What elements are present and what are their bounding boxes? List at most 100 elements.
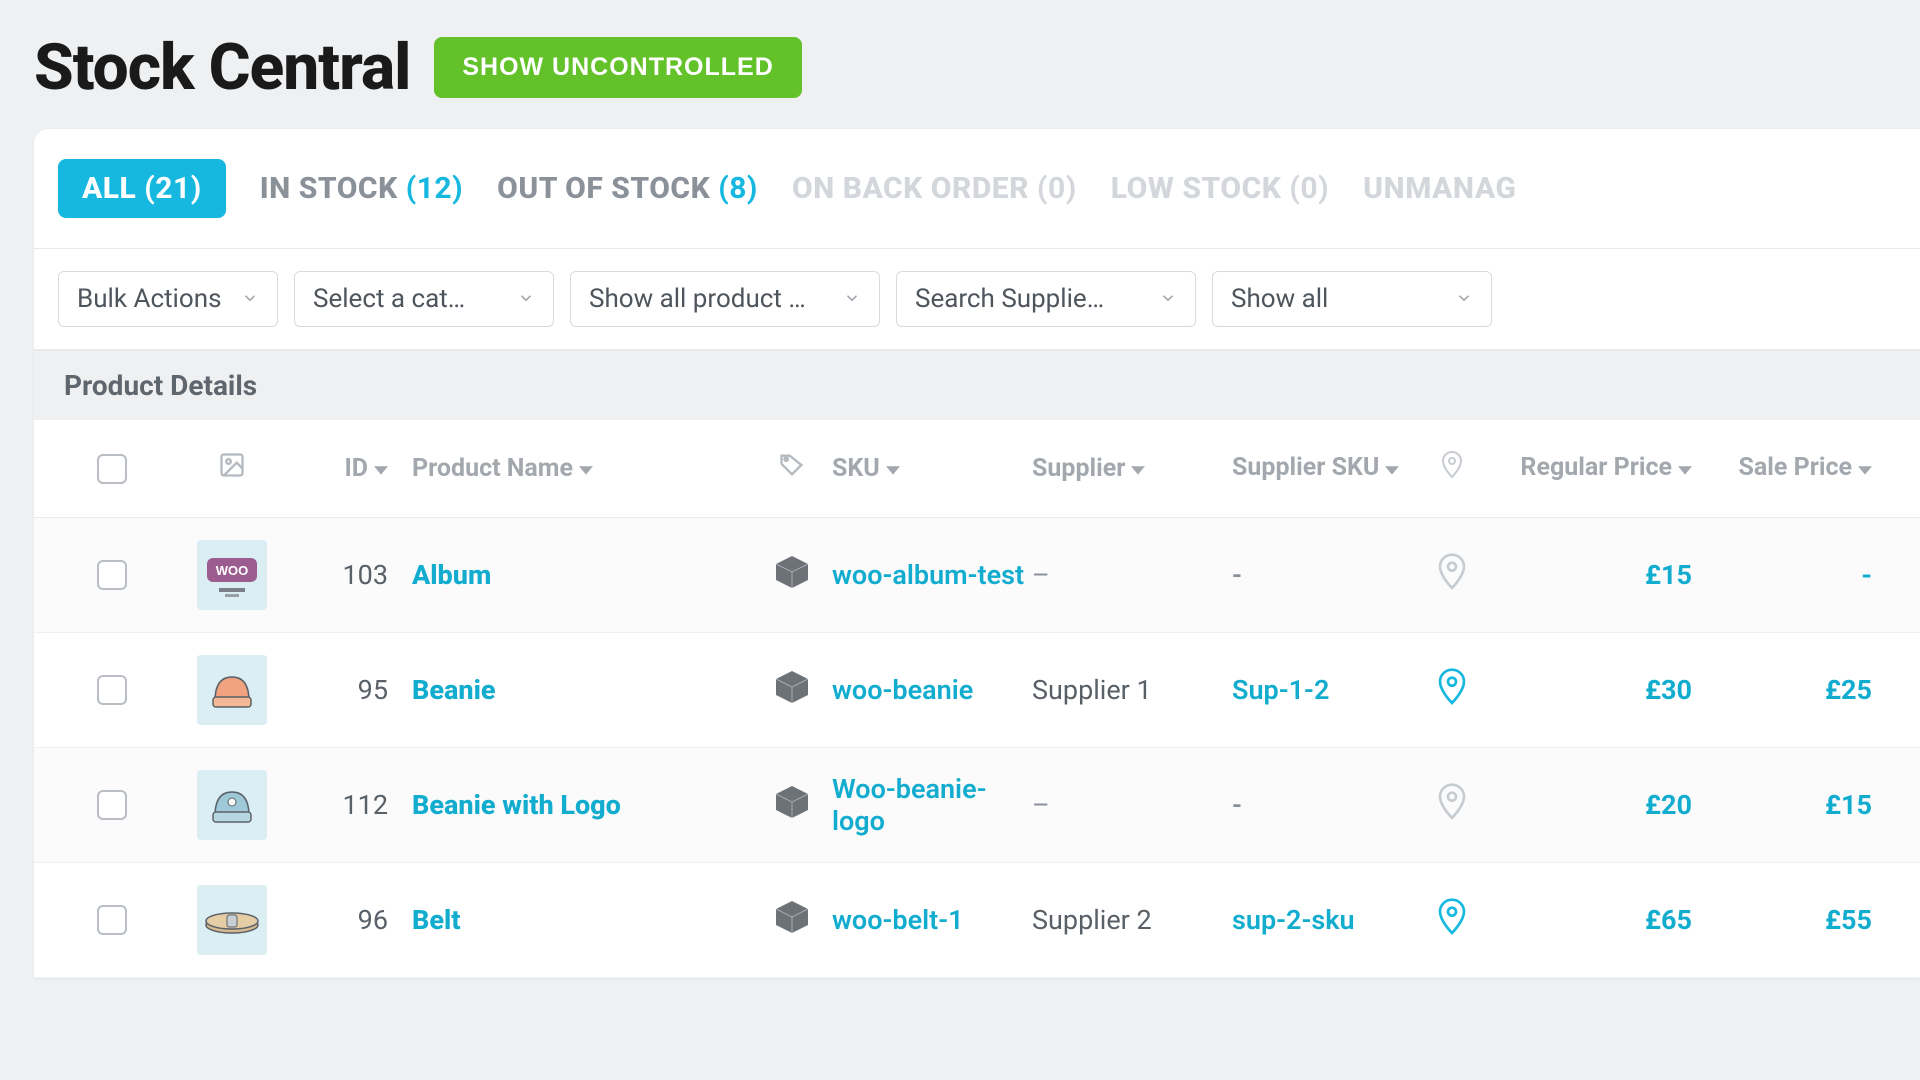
supplier-sku-link[interactable]: sup-2-sku: [1232, 904, 1412, 936]
col-label: ID: [344, 454, 368, 483]
product-thumbnail[interactable]: [197, 655, 267, 725]
product-thumbnail[interactable]: [197, 770, 267, 840]
sort-caret-icon: [374, 454, 388, 483]
supplier-name: –: [1032, 789, 1232, 821]
supplier-name: Supplier 2: [1032, 904, 1232, 936]
tab-on-back-order[interactable]: ON BACK ORDER (0): [792, 171, 1077, 206]
product-type-select[interactable]: Show all product …: [570, 271, 880, 327]
tab-label: UNMANAG: [1363, 171, 1516, 206]
product-id: 112: [292, 789, 412, 821]
product-type-icon: [772, 897, 812, 944]
location-pin-icon[interactable]: [1435, 897, 1469, 944]
product-thumbnail[interactable]: WOO: [197, 540, 267, 610]
product-name-link[interactable]: Beanie with Logo: [412, 789, 752, 821]
chevron-down-icon: [1455, 284, 1473, 314]
regular-price[interactable]: £65: [1492, 904, 1692, 936]
supplier-name: –: [1032, 559, 1232, 591]
product-name-link[interactable]: Beanie: [412, 674, 752, 706]
product-name-link[interactable]: Belt: [412, 904, 752, 936]
tab-in-stock[interactable]: IN STOCK (12): [260, 171, 463, 206]
chevron-down-icon: [1159, 284, 1177, 314]
sort-caret-icon: [579, 454, 593, 483]
product-sku-link[interactable]: Woo-beanie-logo: [832, 773, 1032, 837]
regular-price[interactable]: £30: [1492, 674, 1692, 706]
category-select[interactable]: Select a cat…: [294, 271, 554, 327]
product-thumbnail[interactable]: [197, 885, 267, 955]
table-row: 96Belt woo-belt-1Supplier 2sup-2-sku £65£5…: [34, 863, 1920, 978]
chevron-down-icon: [843, 284, 861, 314]
col-supplier[interactable]: Supplier: [1032, 454, 1232, 483]
col-sale-price[interactable]: Sale Price: [1692, 454, 1872, 483]
tab-count: (12): [406, 171, 463, 206]
product-name-link[interactable]: Album: [412, 559, 752, 591]
supplier-sku-link[interactable]: -: [1232, 559, 1412, 591]
tab-label: ON BACK ORDER: [792, 171, 1029, 206]
main-card: ALL (21) IN STOCK (12) OUT OF STOCK (8) …: [34, 129, 1920, 978]
sort-caret-icon: [1858, 454, 1872, 483]
supplier-sku-link[interactable]: Sup-1-2: [1232, 674, 1412, 706]
tab-out-of-stock[interactable]: OUT OF STOCK (8): [497, 171, 758, 206]
col-label: Supplier: [1032, 454, 1125, 483]
sort-caret-icon: [886, 454, 900, 483]
sale-price[interactable]: £55: [1692, 904, 1872, 936]
select-label: Bulk Actions: [77, 284, 222, 314]
col-product-name[interactable]: Product Name: [412, 454, 752, 483]
tab-all[interactable]: ALL (21): [58, 159, 226, 218]
sale-price[interactable]: £25: [1692, 674, 1872, 706]
show-all-select[interactable]: Show all: [1212, 271, 1492, 327]
table-body: WOO103Albumwoo-album-test–-£15-95Beaniew…: [34, 518, 1920, 978]
row-checkbox[interactable]: [97, 675, 127, 705]
table-row: WOO103Albumwoo-album-test–-£15-: [34, 518, 1920, 633]
product-id: 103: [292, 559, 412, 591]
page-title: Stock Central: [34, 30, 410, 105]
col-label: Sale Price: [1738, 454, 1852, 483]
supplier-name: Supplier 1: [1032, 674, 1232, 706]
tab-low-stock[interactable]: LOW STOCK (0): [1111, 171, 1329, 206]
product-type-icon: [772, 667, 812, 714]
location-pin-icon: [1440, 450, 1464, 487]
col-supplier-sku[interactable]: Supplier SKU: [1232, 454, 1412, 483]
select-label: Search Supplie…: [915, 284, 1104, 314]
tab-label: ALL: [82, 171, 136, 206]
location-pin-icon[interactable]: [1435, 667, 1469, 714]
regular-price[interactable]: £20: [1492, 789, 1692, 821]
sale-price[interactable]: £15: [1692, 789, 1872, 821]
supplier-select[interactable]: Search Supplie…: [896, 271, 1196, 327]
product-sku-link[interactable]: woo-beanie: [832, 674, 1032, 706]
sort-caret-icon: [1131, 454, 1145, 483]
sale-price[interactable]: -: [1692, 559, 1872, 591]
bulk-actions-select[interactable]: Bulk Actions: [58, 271, 278, 327]
product-id: 95: [292, 674, 412, 706]
select-all-checkbox[interactable]: [97, 454, 127, 484]
sort-caret-icon: [1385, 454, 1399, 483]
chevron-down-icon: [241, 284, 259, 314]
product-sku-link[interactable]: woo-belt-1: [832, 904, 1032, 936]
regular-price[interactable]: £15: [1492, 559, 1692, 591]
table-header: ID Product Name SKU Supplier Supp: [34, 420, 1920, 518]
tab-unmanaged[interactable]: UNMANAG: [1363, 171, 1516, 206]
tag-icon: [778, 451, 806, 486]
svg-text:WOO: WOO: [216, 563, 249, 578]
show-uncontrolled-button[interactable]: SHOW UNCONTROLLED: [434, 37, 801, 98]
location-pin-icon[interactable]: [1435, 782, 1469, 829]
col-regular-price[interactable]: Regular Price: [1492, 454, 1692, 483]
product-type-icon: [772, 782, 812, 829]
row-checkbox[interactable]: [97, 560, 127, 590]
product-sku-link[interactable]: woo-album-test: [832, 559, 1032, 591]
col-sku[interactable]: SKU: [832, 454, 1032, 483]
row-checkbox[interactable]: [97, 790, 127, 820]
row-checkbox[interactable]: [97, 905, 127, 935]
col-id[interactable]: ID: [292, 454, 412, 483]
chevron-down-icon: [517, 284, 535, 314]
image-icon: [218, 451, 246, 486]
section-header: Product Details: [34, 351, 1920, 420]
tab-count: (0): [1037, 171, 1077, 206]
table-row: 112Beanie with Logo Woo-beanie-logo–- £20£…: [34, 748, 1920, 863]
product-id: 96: [292, 904, 412, 936]
supplier-sku-link[interactable]: -: [1232, 789, 1412, 821]
location-pin-icon[interactable]: [1435, 552, 1469, 599]
col-label: Product Name: [412, 454, 573, 483]
select-label: Select a cat…: [313, 284, 465, 314]
table-row: 95Beanie woo-beanieSupplier 1Sup-1-2 £30£2…: [34, 633, 1920, 748]
select-label: Show all: [1231, 284, 1328, 314]
